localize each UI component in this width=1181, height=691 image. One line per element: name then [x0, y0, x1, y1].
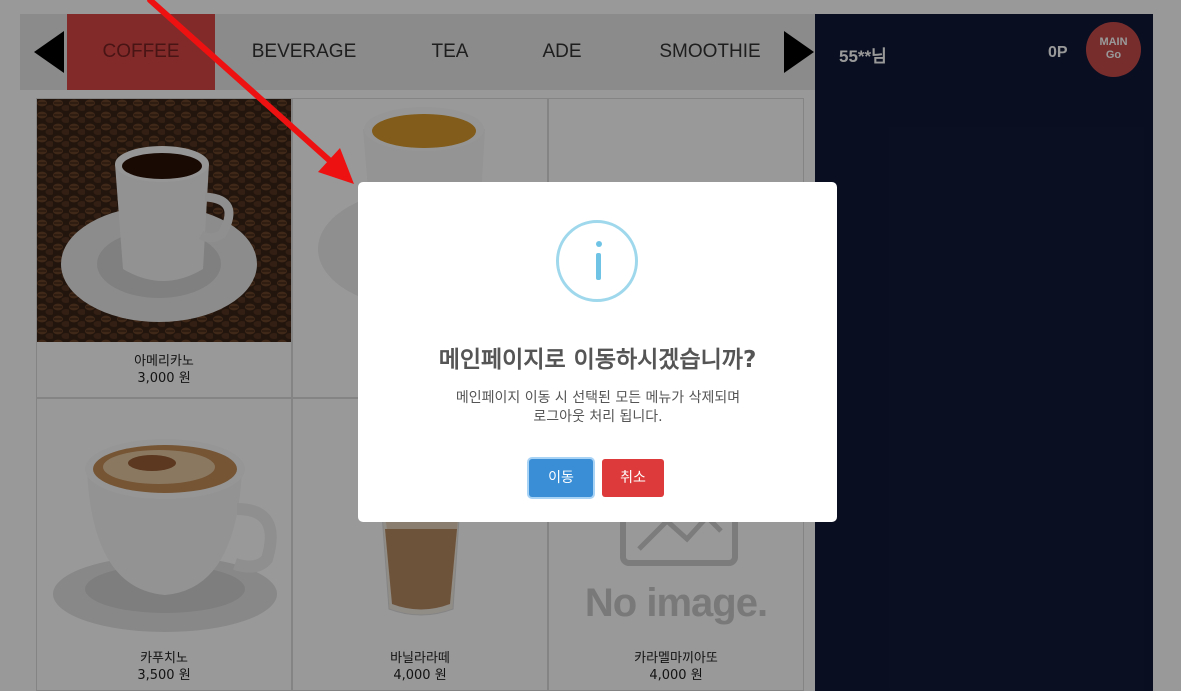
annotation-arrow-icon: [147, 0, 354, 184]
